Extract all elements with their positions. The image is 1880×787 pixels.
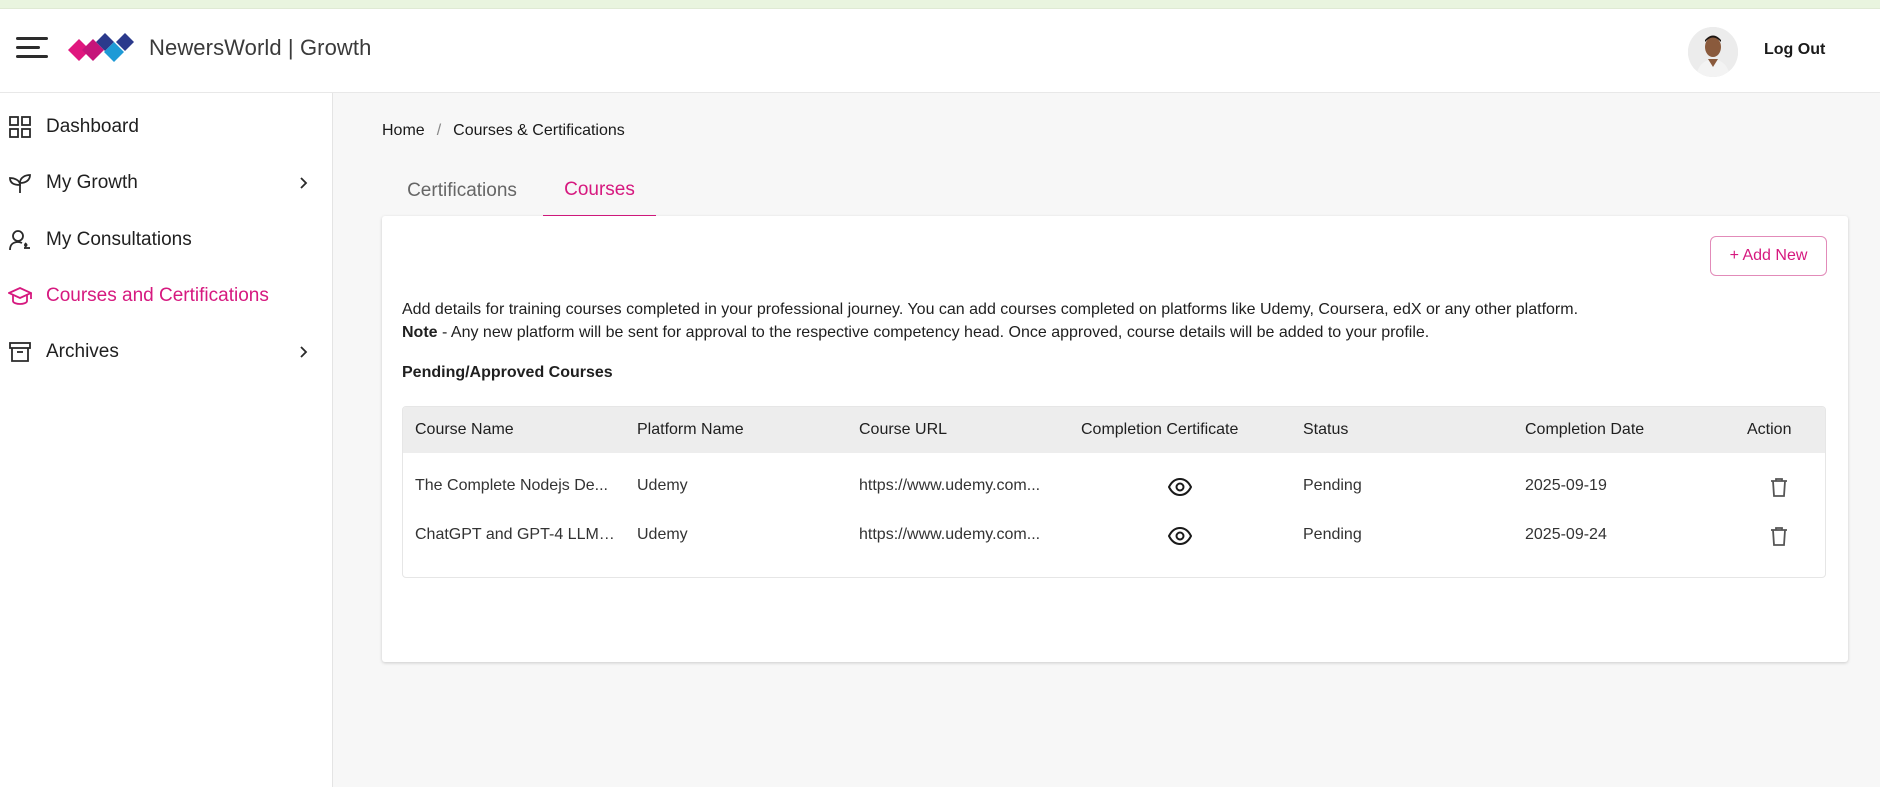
tab-courses[interactable]: Courses xyxy=(543,165,656,217)
sprout-icon xyxy=(9,174,31,193)
column-header: Completion Certificate xyxy=(1081,421,1239,438)
logout-button[interactable]: Log Out xyxy=(1764,41,1825,59)
breadcrumb-separator: / xyxy=(436,122,442,139)
sidebar-item-archives[interactable]: Archives xyxy=(0,329,333,375)
menu-toggle-icon[interactable] xyxy=(16,34,50,62)
note-label: Note xyxy=(402,324,438,341)
url-cell[interactable]: https://www.udemy.com... xyxy=(859,526,1059,544)
breadcrumb-current: Courses & Certifications xyxy=(453,122,625,139)
chevron-right-icon xyxy=(300,177,308,189)
dashboard-grid-icon xyxy=(9,116,31,138)
table-row: The Complete Nodejs De... Udemy https://… xyxy=(403,462,1825,510)
column-header: Status xyxy=(1303,421,1349,438)
status-cell: Pending xyxy=(1303,477,1362,494)
column-header: Course URL xyxy=(859,421,948,438)
user-avatar[interactable] xyxy=(1688,27,1738,77)
tab-certifications[interactable]: Certifications xyxy=(382,165,542,217)
view-certificate-icon[interactable] xyxy=(1168,524,1192,548)
sidebar-item-label: My Growth xyxy=(46,172,138,193)
sidebar-item-my-consultations[interactable]: My Consultations xyxy=(0,217,333,263)
sidebar-item-courses-certifications[interactable]: Courses and Certifications xyxy=(0,273,333,319)
delete-icon[interactable] xyxy=(1768,525,1790,547)
date-cell: 2025-09-24 xyxy=(1525,526,1607,543)
chevron-right-icon xyxy=(300,346,308,358)
brand-logo xyxy=(68,33,134,62)
course-name-cell: ChatGPT and GPT-4 LLM ... xyxy=(415,526,615,543)
column-header: Completion Date xyxy=(1525,421,1645,438)
platform-cell: Udemy xyxy=(637,526,688,543)
sidebar: Dashboard My Growth My Consultations Cou… xyxy=(0,93,333,787)
column-header: Course Name xyxy=(415,421,514,438)
add-new-button[interactable]: + Add New xyxy=(1710,236,1827,276)
sidebar-item-label: Courses and Certifications xyxy=(46,285,269,306)
sidebar-item-my-growth[interactable]: My Growth xyxy=(0,160,333,206)
graduation-cap-icon xyxy=(8,287,32,305)
user-consult-icon xyxy=(9,230,30,251)
sidebar-item-label: Dashboard xyxy=(46,116,139,137)
sidebar-item-label: My Consultations xyxy=(46,229,192,250)
platform-cell: Udemy xyxy=(637,477,688,494)
url-cell[interactable]: https://www.udemy.com... xyxy=(859,477,1059,495)
note-line: Note - Any new platform will be sent for… xyxy=(402,321,1822,344)
status-cell: Pending xyxy=(1303,526,1362,543)
sidebar-item-label: Archives xyxy=(46,341,119,362)
section-title: Pending/Approved Courses xyxy=(402,364,613,381)
breadcrumb: Home / Courses & Certifications xyxy=(382,122,625,140)
archive-box-icon xyxy=(9,342,31,362)
description-text: Add details for training courses complet… xyxy=(402,301,1579,318)
note-text: - Any new platform will be sent for appr… xyxy=(437,324,1430,341)
course-name-cell: The Complete Nodejs De... xyxy=(415,477,608,494)
table-row: ChatGPT and GPT-4 LLM ... Udemy https://… xyxy=(403,511,1825,559)
top-stripe xyxy=(0,0,1880,9)
app-header: NewersWorld | Growth Log Out xyxy=(0,9,1880,93)
sidebar-item-dashboard[interactable]: Dashboard xyxy=(0,104,333,150)
column-header: Platform Name xyxy=(637,421,744,438)
column-header: Action xyxy=(1747,421,1792,438)
table-header: Course Name Platform Name Course URL Com… xyxy=(403,407,1825,453)
brand-name: NewersWorld | Growth xyxy=(149,35,372,60)
breadcrumb-home-link[interactable]: Home xyxy=(382,122,425,139)
delete-icon[interactable] xyxy=(1768,476,1790,498)
courses-card: + Add New Add details for training cours… xyxy=(382,216,1848,662)
description: Add details for training courses complet… xyxy=(402,298,1822,344)
view-certificate-icon[interactable] xyxy=(1168,475,1192,499)
date-cell: 2025-09-19 xyxy=(1525,477,1607,494)
courses-table: Course Name Platform Name Course URL Com… xyxy=(402,406,1826,578)
